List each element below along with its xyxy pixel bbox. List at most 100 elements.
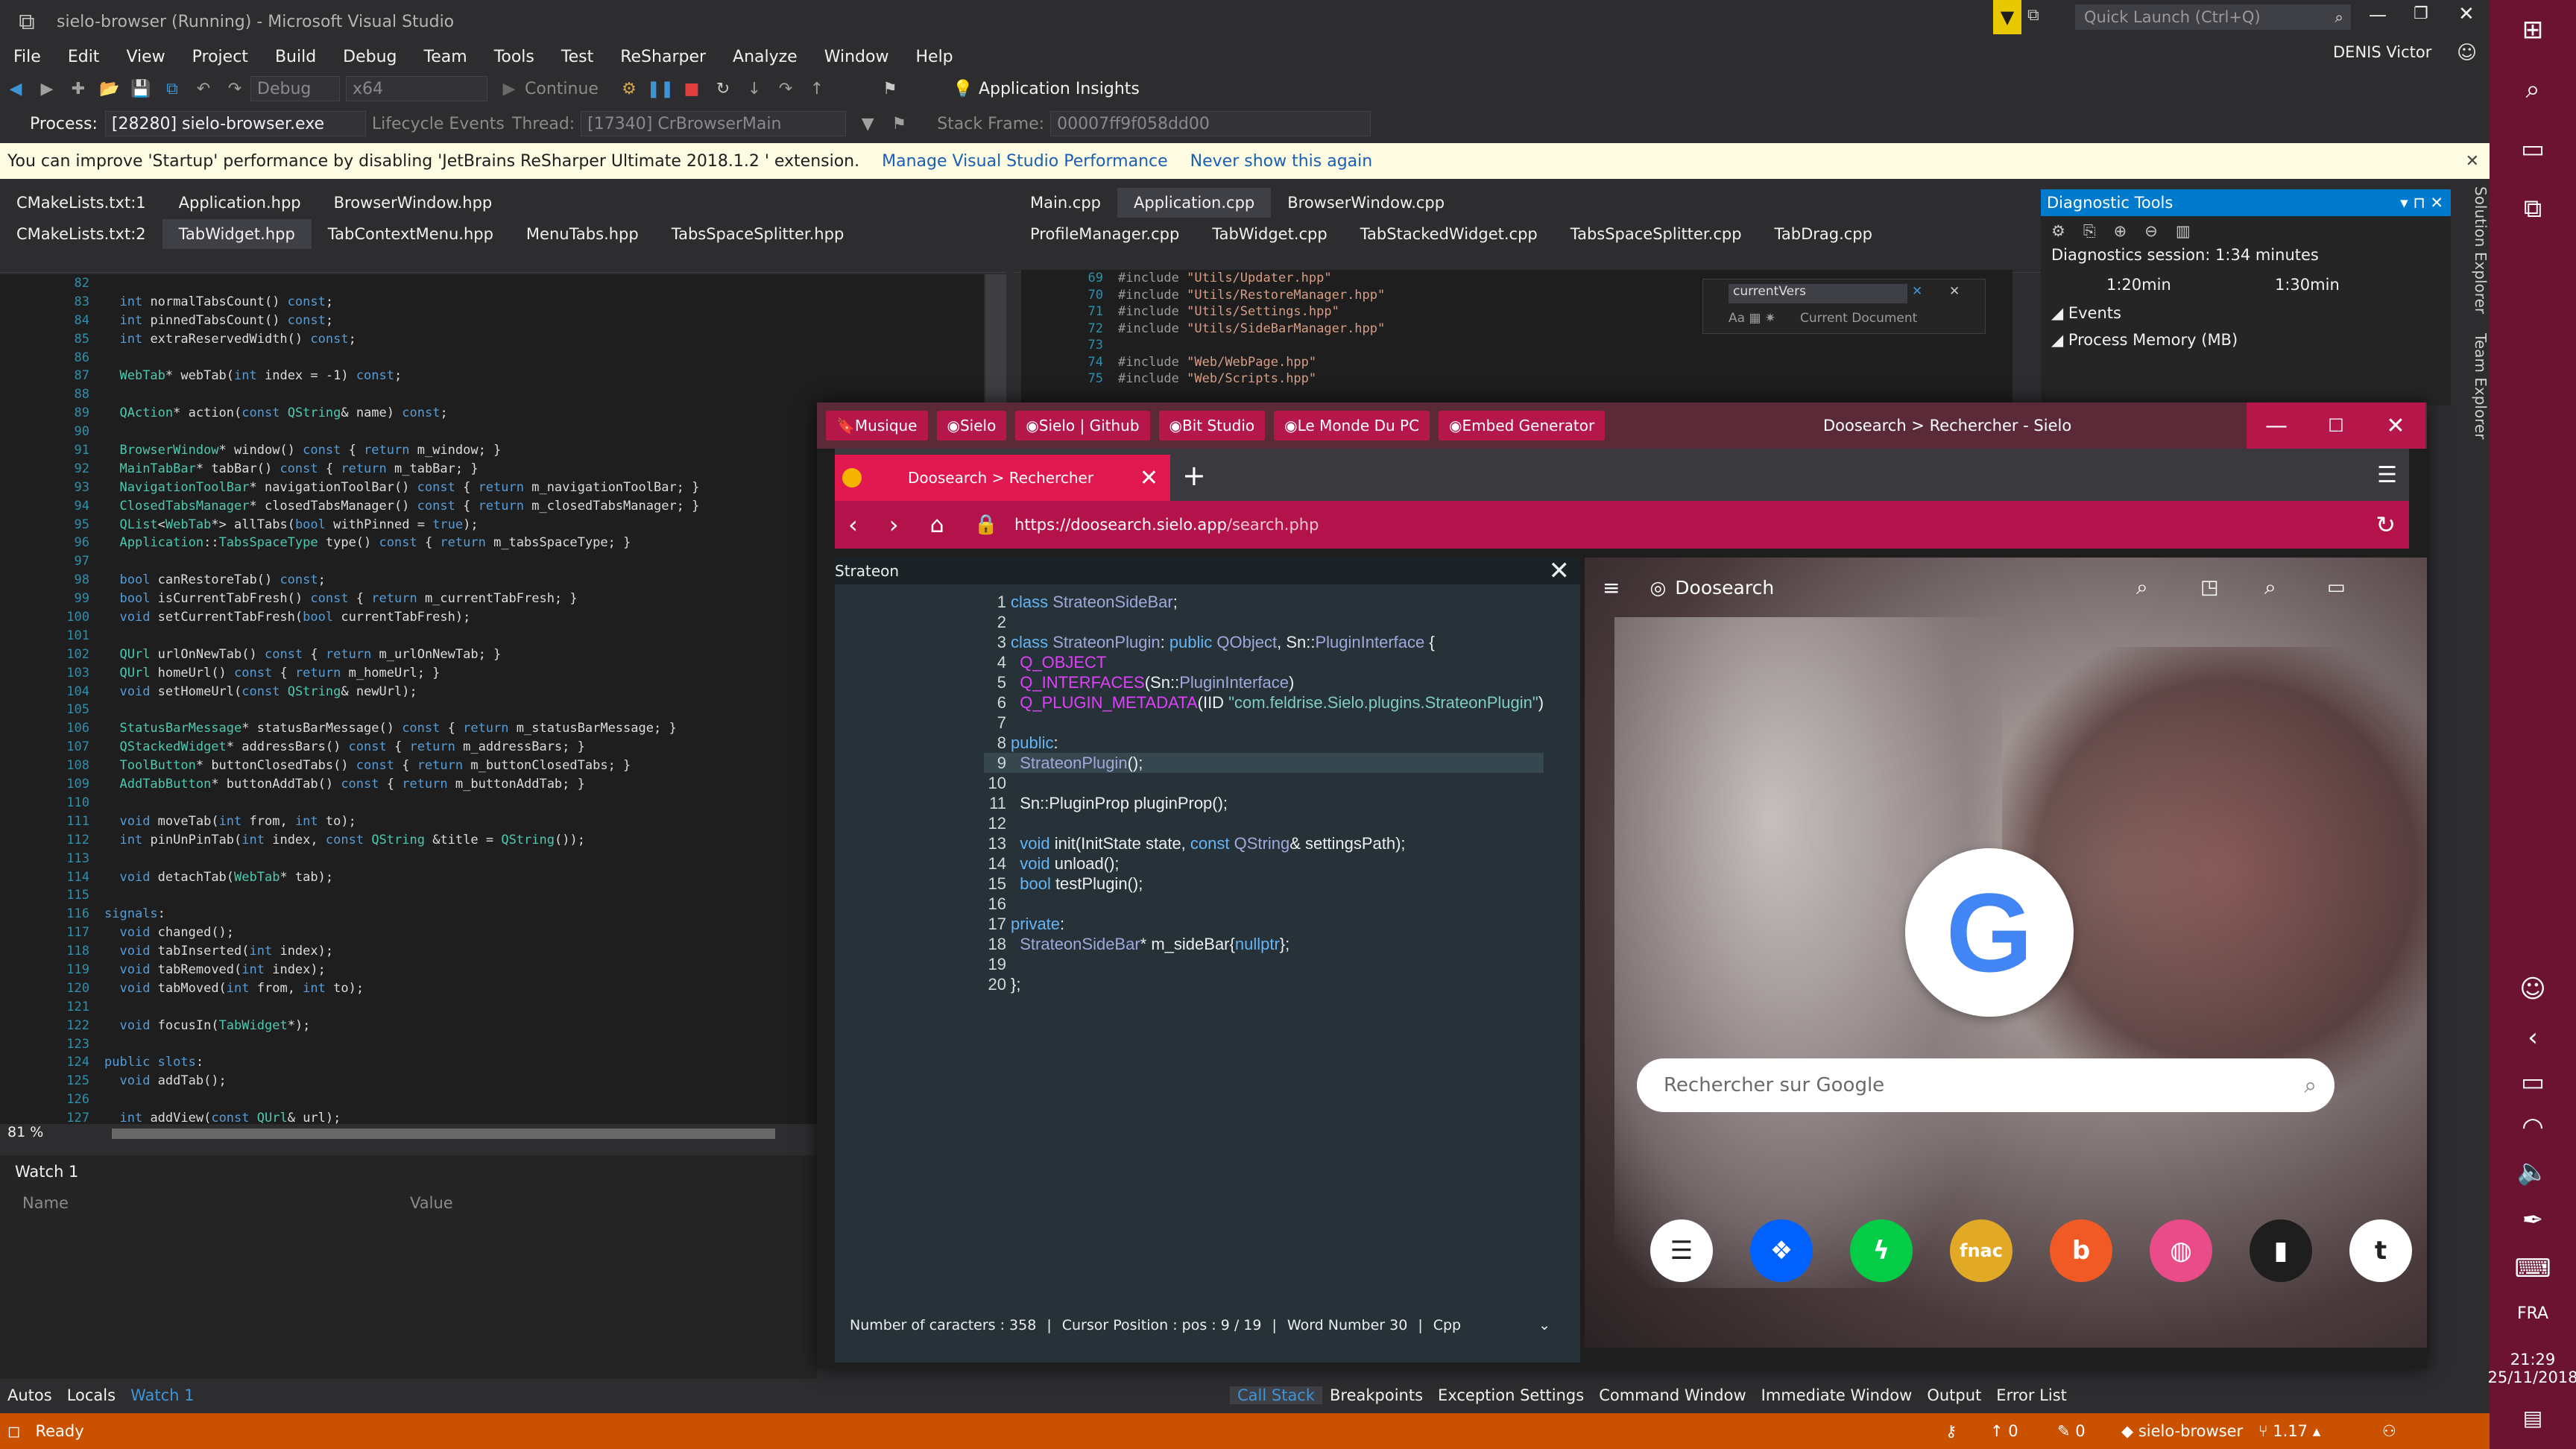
step-out-icon[interactable]: ↑ xyxy=(804,76,830,101)
code-line[interactable]: public slots: xyxy=(104,1053,699,1072)
forward-icon[interactable]: ▶ xyxy=(34,76,60,101)
folder-icon[interactable]: ▭ xyxy=(2327,576,2346,599)
zoom-out-icon[interactable]: ⊖ xyxy=(2144,222,2158,240)
code-line[interactable]: void tabRemoved(int index); xyxy=(104,961,699,979)
file-tab[interactable]: MenuTabs.hpp xyxy=(510,219,655,249)
code-line[interactable] xyxy=(104,423,699,441)
code-line[interactable] xyxy=(104,794,699,812)
code-line[interactable]: 10 xyxy=(984,773,1544,793)
code-line[interactable] xyxy=(1118,337,1385,354)
code-line[interactable]: Application::TabsSpaceType type() const … xyxy=(104,534,699,552)
code-line[interactable]: 12 xyxy=(984,813,1544,833)
find-clear-icon[interactable]: ✕ xyxy=(1912,284,1922,299)
bookmark-item[interactable]: ◉ Le Monde Du PC xyxy=(1274,411,1430,441)
code-line[interactable]: int pinnedTabsCount() const; xyxy=(104,312,699,330)
code-line[interactable]: ToolButton* buttonClosedTabs() const { r… xyxy=(104,757,699,775)
code-line[interactable]: #include "Utils/RestoreManager.hpp" xyxy=(1118,287,1385,304)
menu-view[interactable]: View xyxy=(113,48,178,66)
url-field[interactable]: https://doosearch.sielo.app/search.php xyxy=(1014,516,1319,534)
team-explorer-tab[interactable]: Team Explorer xyxy=(2472,333,2490,440)
windows-start-icon[interactable]: ⊞ xyxy=(2490,0,2576,60)
notifications-icon[interactable]: ⧉ xyxy=(2027,6,2039,25)
code-line[interactable] xyxy=(104,552,699,571)
browser-minimize-button[interactable]: — xyxy=(2247,402,2306,449)
back-icon[interactable]: ◀ xyxy=(3,76,28,101)
reload-icon[interactable]: ↻ xyxy=(2375,511,2396,539)
bell-icon[interactable]: ⚇ xyxy=(2382,1422,2396,1440)
hamburger-icon[interactable]: ≡ xyxy=(1603,575,1620,600)
speed-dial-behance-icon[interactable]: b xyxy=(2050,1219,2112,1282)
search-icon[interactable]: ⌕ xyxy=(2490,60,2576,119)
chevron-down-icon[interactable]: ⌄ xyxy=(1538,1317,1550,1333)
menu-project[interactable]: Project xyxy=(179,48,262,66)
close-button[interactable]: ✕ xyxy=(2458,3,2475,25)
code-line[interactable] xyxy=(104,701,699,719)
people-icon[interactable]: ☺ xyxy=(2490,963,2576,1015)
speed-dial-dropbox-icon[interactable]: ❖ xyxy=(1750,1219,1813,1282)
config-select[interactable]: Debug xyxy=(250,76,340,101)
save-all-icon[interactable]: ⧉ xyxy=(160,76,185,101)
bookmark-item[interactable]: ◉ Sielo xyxy=(936,411,1007,441)
code-line[interactable]: signals: xyxy=(104,905,699,924)
play-icon[interactable]: ▶ xyxy=(496,76,522,101)
browser-tab[interactable]: Doosearch > Rechercher ✕ xyxy=(835,455,1170,501)
stack-frame-select[interactable]: 00007ff9f058dd00 xyxy=(1050,111,1371,136)
code-line[interactable]: int addView(const QUrl& url); xyxy=(104,1109,699,1124)
forward-icon[interactable]: › xyxy=(889,511,899,539)
filter-icon[interactable]: ▼ xyxy=(1993,0,2021,34)
chart-icon[interactable]: ▥ xyxy=(2176,222,2191,240)
code-line[interactable]: 13 void init(InitState state, const QStr… xyxy=(984,833,1544,853)
push-count[interactable]: ↑ 0 xyxy=(1990,1422,2018,1440)
filter-threads-icon[interactable]: ▼ xyxy=(855,111,880,136)
code-line[interactable]: void addTab(); xyxy=(104,1072,699,1090)
menu-help[interactable]: Help xyxy=(902,48,966,66)
output-tab[interactable]: Error List xyxy=(1989,1386,2074,1404)
code-line[interactable] xyxy=(104,1090,699,1109)
thread-select[interactable]: [17340] CrBrowserMain xyxy=(581,111,847,136)
menu-team[interactable]: Team xyxy=(411,48,481,66)
output-tab[interactable]: Exception Settings xyxy=(1430,1386,1591,1404)
code-line[interactable]: 2 xyxy=(984,612,1544,632)
code-line[interactable]: 19 xyxy=(984,954,1544,974)
nav-bar-left[interactable] xyxy=(0,250,1006,273)
code-line[interactable]: 15 bool testPlugin(); xyxy=(984,874,1544,894)
file-tab[interactable]: TabWidget.cpp xyxy=(1196,219,1343,249)
tab-menu-icon[interactable]: ☰ xyxy=(2377,462,2397,488)
code-line[interactable]: 11 Sn::PluginProp pluginProp(); xyxy=(984,793,1544,813)
debug-tab[interactable]: Locals xyxy=(60,1386,123,1404)
note-icon[interactable]: ◳ xyxy=(2200,576,2219,599)
code-line[interactable]: #include "Web/WebPage.hpp" xyxy=(1118,354,1385,371)
code-line[interactable]: void detachTab(WebTab* tab); xyxy=(104,868,699,887)
menu-build[interactable]: Build xyxy=(262,48,329,66)
code-text[interactable]: int normalTabsCount() const; int pinnedT… xyxy=(104,274,699,1124)
tab-close-icon[interactable]: ✕ xyxy=(1140,465,1158,491)
code-line[interactable]: 7 xyxy=(984,713,1544,733)
speed-dial-dribbble-icon[interactable]: ◍ xyxy=(2150,1219,2212,1282)
code-line[interactable]: #include "Utils/Settings.hpp" xyxy=(1118,303,1385,321)
code-line[interactable]: 3 class StrateonPlugin: public QObject, S… xyxy=(984,632,1544,652)
application-insights-button[interactable]: Application Insights xyxy=(979,80,1140,98)
code-text[interactable]: #include "Utils/Updater.hpp" #include "Ut… xyxy=(1118,270,1385,388)
file-tab[interactable]: BrowserWindow.hpp xyxy=(318,188,509,218)
output-tab[interactable]: Immediate Window xyxy=(1754,1386,1920,1404)
menu-window[interactable]: Window xyxy=(811,48,903,66)
source-control-icon[interactable]: ⚷ xyxy=(1945,1422,1957,1440)
language-indicator[interactable]: FRA xyxy=(2490,1291,2576,1336)
code-line[interactable]: 20}; xyxy=(984,974,1544,994)
code-line[interactable]: ClosedTabsManager* closedTabsManager() c… xyxy=(104,497,699,516)
wifi-icon[interactable]: ◠ xyxy=(2490,1105,2576,1149)
name-column[interactable]: Name xyxy=(0,1194,410,1212)
manage-performance-link[interactable]: Manage Visual Studio Performance xyxy=(882,152,1168,171)
code-line[interactable]: 6 Q_PLUGIN_METADATA(IID "com.feldrise.Si… xyxy=(984,692,1544,713)
horizontal-scrollbar[interactable] xyxy=(112,1128,775,1139)
clock-time[interactable]: 21:29 xyxy=(2510,1351,2556,1368)
code-line[interactable] xyxy=(104,1035,699,1054)
code-line[interactable]: QStackedWidget* addressBars() const { re… xyxy=(104,738,699,757)
code-line[interactable]: 16 xyxy=(984,894,1544,914)
find-scope[interactable]: Current Document xyxy=(1800,311,1917,326)
platform-select[interactable]: x64 xyxy=(346,76,487,101)
output-tab[interactable]: Output xyxy=(1919,1386,1989,1404)
file-tab[interactable]: TabDrag.cpp xyxy=(1758,219,1889,249)
chevron-left-icon[interactable]: ‹ xyxy=(2490,1015,2576,1060)
code-line[interactable]: 8 public: xyxy=(984,733,1544,753)
